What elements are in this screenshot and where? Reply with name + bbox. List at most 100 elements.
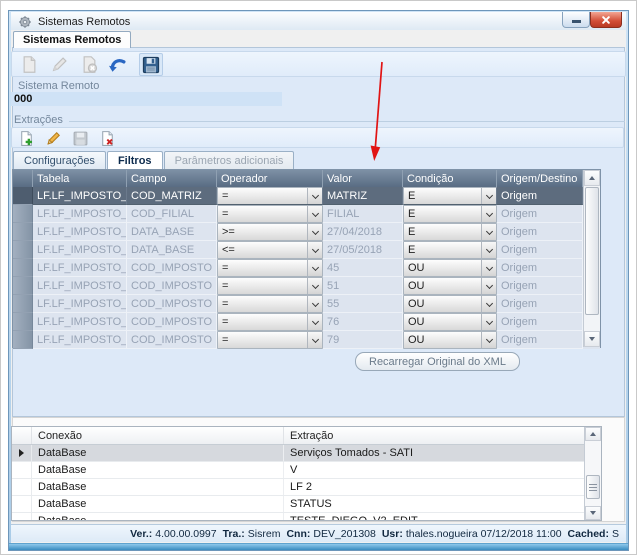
add-filter-button[interactable] <box>16 129 37 147</box>
extraction-row[interactable]: DataBaseSTATUS <box>12 496 601 513</box>
scrollbar-thumb[interactable] <box>585 187 599 315</box>
operador-dropdown[interactable]: = <box>217 331 323 349</box>
chevron-down-icon[interactable] <box>481 260 496 276</box>
operador-dropdown[interactable]: <= <box>217 241 323 259</box>
tab-filtros[interactable]: Filtros <box>107 151 163 169</box>
cell-conexao[interactable]: DataBase <box>32 513 284 521</box>
extractions-table-scrollbar[interactable] <box>584 427 601 520</box>
column-header-campo[interactable]: Campo <box>127 170 217 187</box>
filter-row[interactable]: LF.LF_IMPOSTO_D...COD_IMPOSTO=51OUOrigem <box>13 277 600 295</box>
cell-tabela[interactable]: LF.LF_IMPOSTO_D... <box>33 205 127 223</box>
column-header-extracao[interactable]: Extração <box>284 427 586 444</box>
operador-dropdown[interactable]: = <box>217 277 323 295</box>
cell-tabela[interactable]: LF.LF_IMPOSTO_D... <box>33 241 127 259</box>
filter-row[interactable]: LF.LF_IMPOSTO_D...DATA_BASE>=27/04/2018E… <box>13 223 600 241</box>
cell-conexao[interactable]: DataBase <box>32 479 284 495</box>
cell-campo[interactable]: COD_IMPOSTO <box>127 331 217 349</box>
close-button[interactable] <box>590 12 622 28</box>
edit-filter-button[interactable] <box>43 129 64 147</box>
cell-tabela[interactable]: LF.LF_IMPOSTO_D... <box>33 277 127 295</box>
sistema-remoto-input[interactable] <box>11 92 282 106</box>
chevron-down-icon[interactable] <box>481 332 496 348</box>
row-indicator[interactable] <box>12 496 32 512</box>
chevron-down-icon[interactable] <box>307 278 322 294</box>
save-button[interactable] <box>139 53 163 76</box>
chevron-down-icon[interactable] <box>307 296 322 312</box>
cell-origem-destino[interactable]: Origem <box>497 259 583 277</box>
cell-origem-destino[interactable]: Origem <box>497 205 583 223</box>
row-indicator[interactable] <box>12 479 32 495</box>
row-indicator[interactable] <box>13 313 33 331</box>
minimize-button[interactable] <box>562 12 590 28</box>
chevron-down-icon[interactable] <box>307 242 322 258</box>
column-header-conexao[interactable]: Conexão <box>32 427 284 444</box>
cell-campo[interactable]: COD_IMPOSTO <box>127 295 217 313</box>
operador-dropdown[interactable]: = <box>217 187 323 205</box>
row-indicator[interactable] <box>13 295 33 313</box>
chevron-down-icon[interactable] <box>481 314 496 330</box>
operador-dropdown[interactable]: = <box>217 259 323 277</box>
condicao-dropdown[interactable]: E <box>403 241 497 259</box>
chevron-down-icon[interactable] <box>307 260 322 276</box>
cell-campo[interactable]: DATA_BASE <box>127 241 217 259</box>
scroll-down-icon[interactable] <box>584 331 600 347</box>
filter-row[interactable]: LF.LF_IMPOSTO_D...COD_IMPOSTO=45OUOrigem <box>13 259 600 277</box>
cell-tabela[interactable]: LF.LF_IMPOSTO_D... <box>33 331 127 349</box>
row-indicator[interactable] <box>13 277 33 295</box>
reload-xml-button[interactable]: Recarregar Original do XML <box>355 352 520 371</box>
chevron-down-icon[interactable] <box>307 314 322 330</box>
cell-campo[interactable]: DATA_BASE <box>127 223 217 241</box>
scrollbar-thumb[interactable] <box>586 475 600 499</box>
row-indicator[interactable] <box>13 331 33 349</box>
cell-valor[interactable]: 27/04/2018 <box>323 223 403 241</box>
filters-grid-scrollbar[interactable] <box>583 170 600 347</box>
cell-valor[interactable]: 79 <box>323 331 403 349</box>
chevron-down-icon[interactable] <box>307 206 322 222</box>
cell-extracao[interactable]: TESTE_DIEGO_V2_EDIT <box>284 513 586 521</box>
cell-origem-destino[interactable]: Origem <box>497 277 583 295</box>
chevron-down-icon[interactable] <box>481 206 496 222</box>
column-header-valor[interactable]: Valor <box>323 170 403 187</box>
condicao-dropdown[interactable]: E <box>403 205 497 223</box>
cell-conexao[interactable]: DataBase <box>32 462 284 478</box>
cell-origem-destino[interactable]: Origem <box>497 331 583 349</box>
cell-campo[interactable]: COD_IMPOSTO <box>127 259 217 277</box>
chevron-down-icon[interactable] <box>307 224 322 240</box>
row-indicator[interactable] <box>12 445 32 461</box>
operador-dropdown[interactable]: = <box>217 295 323 313</box>
cell-origem-destino[interactable]: Origem <box>497 313 583 331</box>
row-indicator[interactable] <box>12 513 32 521</box>
cell-valor[interactable]: 76 <box>323 313 403 331</box>
chevron-down-icon[interactable] <box>481 278 496 294</box>
cell-valor[interactable]: 27/05/2018 <box>323 241 403 259</box>
scroll-up-icon[interactable] <box>584 170 600 186</box>
cell-origem-destino[interactable]: Origem <box>497 223 583 241</box>
cell-valor[interactable]: 45 <box>323 259 403 277</box>
extraction-row[interactable]: DataBaseServiços Tomados - SATI <box>12 445 601 462</box>
row-indicator[interactable] <box>13 223 33 241</box>
scroll-up-icon[interactable] <box>585 427 601 441</box>
filter-row[interactable]: LF.LF_IMPOSTO_D...COD_IMPOSTO=79OUOrigem <box>13 331 600 349</box>
cell-campo[interactable]: COD_IMPOSTO <box>127 277 217 295</box>
cell-valor[interactable]: MATRIZ <box>323 187 403 205</box>
tab-sistemas-remotos[interactable]: Sistemas Remotos <box>13 31 131 48</box>
operador-dropdown[interactable]: = <box>217 313 323 331</box>
chevron-down-icon[interactable] <box>307 332 322 348</box>
row-indicator[interactable] <box>13 259 33 277</box>
cell-conexao[interactable]: DataBase <box>32 496 284 512</box>
cell-campo[interactable]: COD_FILIAL <box>127 205 217 223</box>
cell-valor[interactable]: FILIAL <box>323 205 403 223</box>
operador-dropdown[interactable]: = <box>217 205 323 223</box>
chevron-down-icon[interactable] <box>481 296 496 312</box>
cell-tabela[interactable]: LF.LF_IMPOSTO_D... <box>33 259 127 277</box>
cell-extracao[interactable]: STATUS <box>284 496 586 512</box>
chevron-down-icon[interactable] <box>307 188 322 204</box>
extraction-row[interactable]: DataBaseTESTE_DIEGO_V2_EDIT <box>12 513 601 521</box>
extraction-row[interactable]: DataBaseLF 2 <box>12 479 601 496</box>
condicao-dropdown[interactable]: OU <box>403 313 497 331</box>
filter-row[interactable]: LF.LF_IMPOSTO_D...COD_IMPOSTO=76OUOrigem <box>13 313 600 331</box>
cell-tabela[interactable]: LF.LF_IMPOSTO_D... <box>33 295 127 313</box>
cell-valor[interactable]: 55 <box>323 295 403 313</box>
delete-filter-button[interactable] <box>97 129 118 147</box>
cell-origem-destino[interactable]: Origem <box>497 241 583 259</box>
